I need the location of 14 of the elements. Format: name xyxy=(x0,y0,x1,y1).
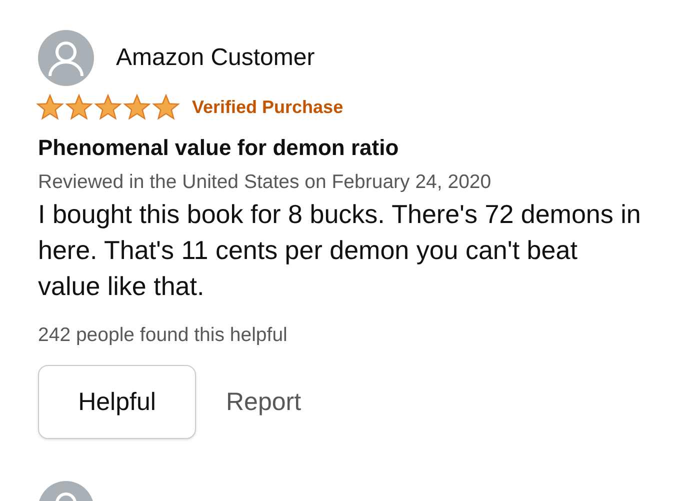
review-text: I bought this book for 8 bucks. There's 72 demons in here. That's 11 cents per demon you can't beat value like that. xyxy=(38,198,642,303)
reviewer-name: Amazon Customer xyxy=(116,44,315,72)
star-icon xyxy=(152,94,180,121)
helpful-button[interactable]: Helpful xyxy=(38,365,196,439)
star-icon xyxy=(36,94,64,121)
star-icon xyxy=(65,94,93,121)
verified-purchase-label: Verified Purchase xyxy=(192,97,344,118)
review-date: Reviewed in the United States on February 24, 2020 xyxy=(38,171,492,194)
report-link[interactable]: Report xyxy=(226,388,302,416)
avatar-icon xyxy=(38,30,94,86)
star-icon xyxy=(94,94,122,121)
review-title: Phenomenal value for demon ratio xyxy=(38,135,400,161)
helpful-count: 242 people found this helpful xyxy=(38,324,288,347)
star-icon xyxy=(123,94,151,121)
